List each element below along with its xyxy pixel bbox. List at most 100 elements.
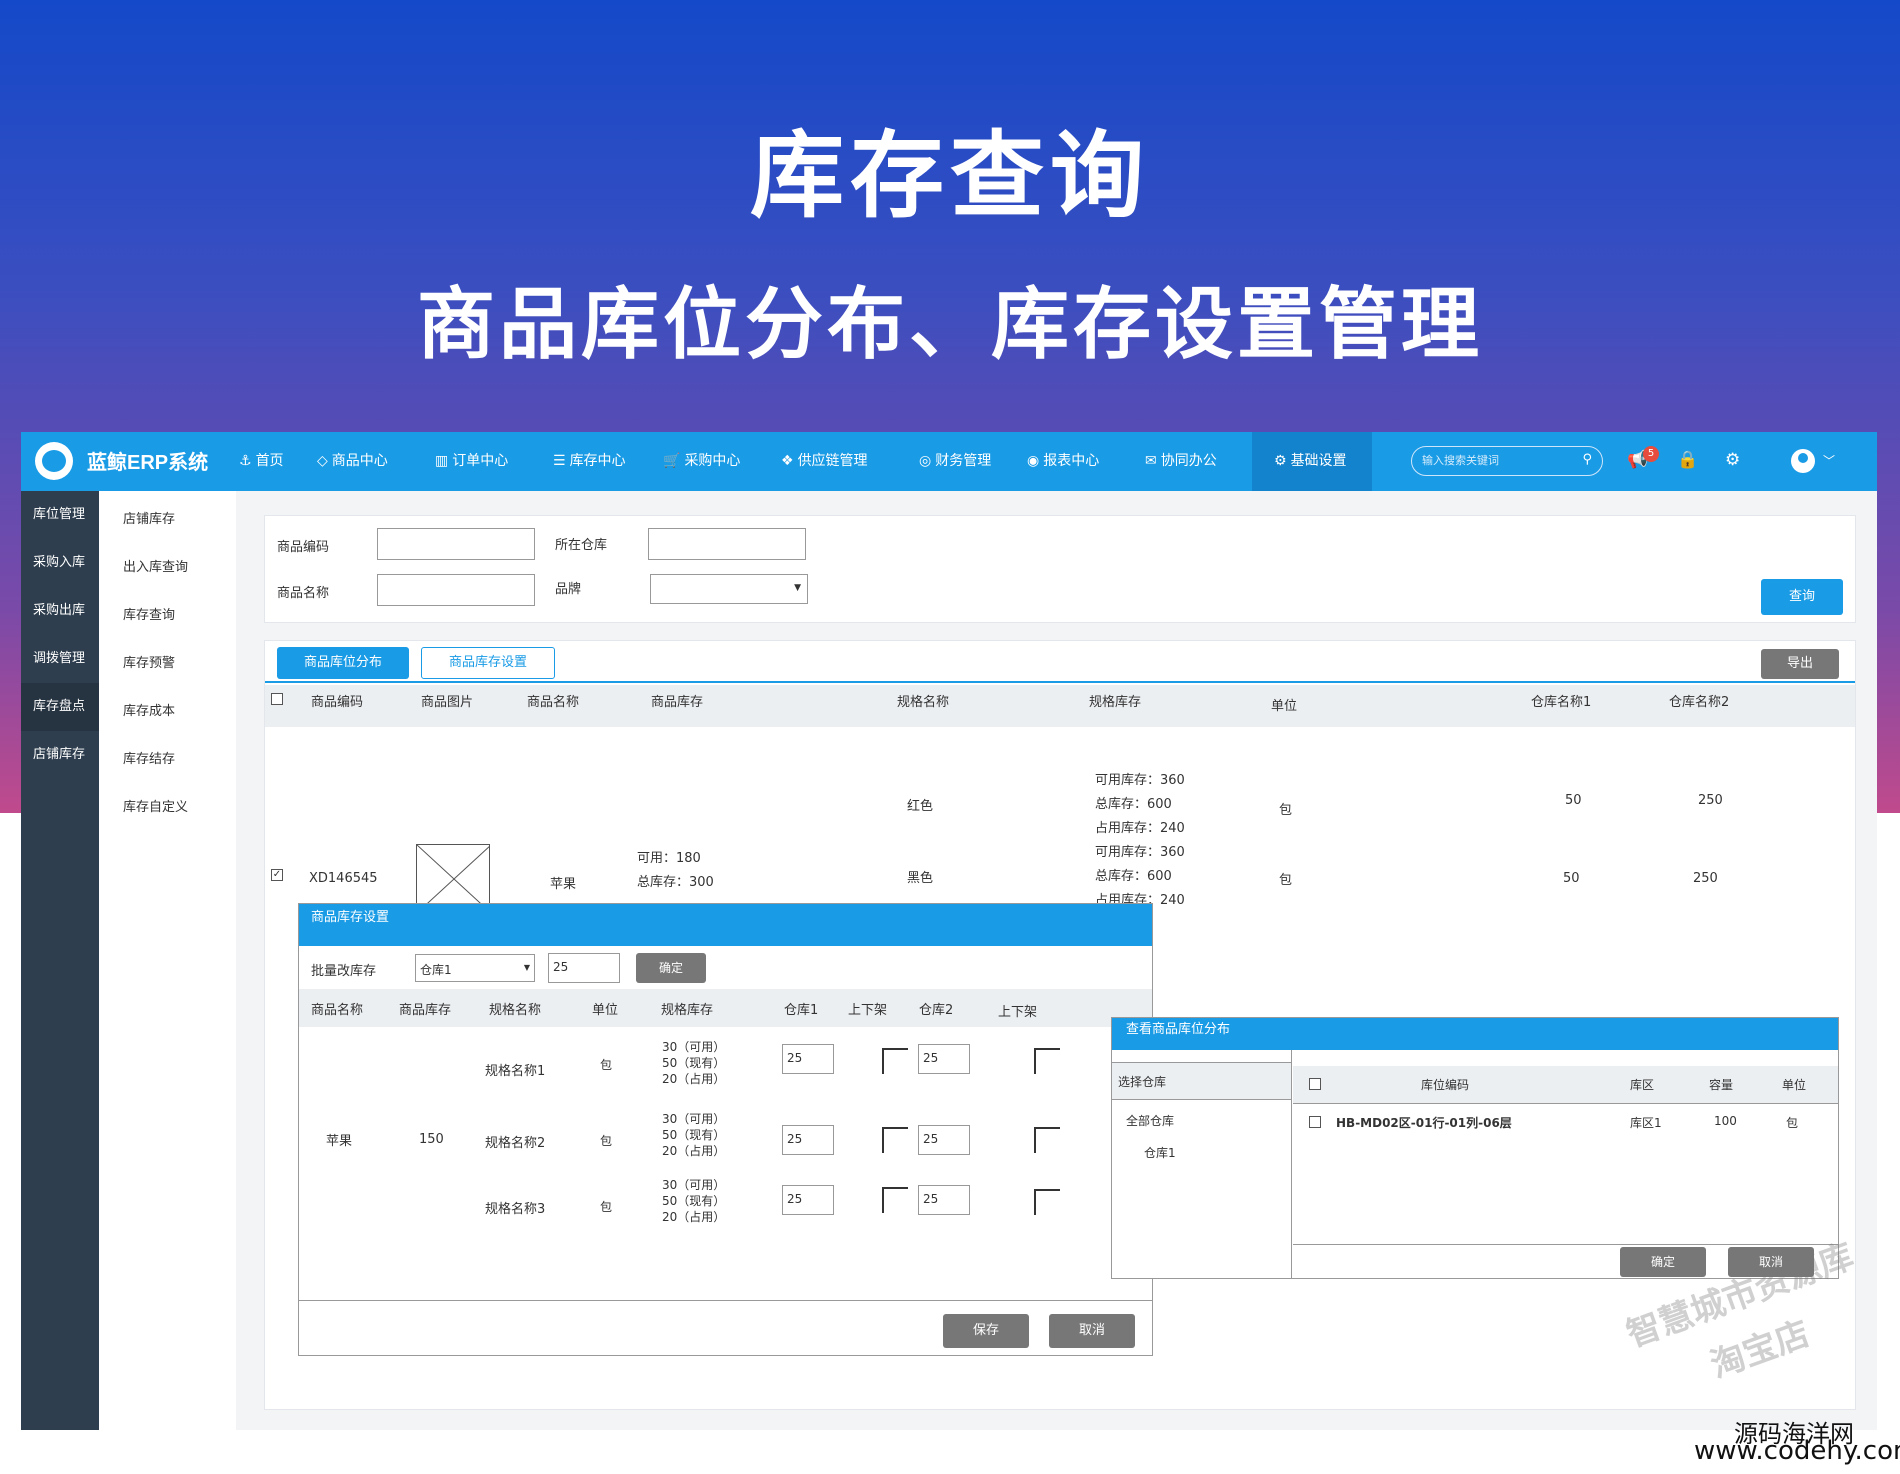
col-shelf1: 上下架 [848,1003,888,1018]
cogs-icon: ⚙ [1274,453,1287,469]
warehouse-select[interactable]: 仓库1 ▼ [415,954,535,982]
search-input[interactable] [1422,452,1572,470]
sidebar-item-store-stock[interactable]: 店铺库存 [21,731,99,779]
warehouse-input[interactable] [648,528,806,560]
cursor-icon[interactable] [1034,1189,1060,1215]
cursor-icon[interactable] [882,1127,908,1153]
nav-orders[interactable]: ▥ 订单中心 [435,432,508,491]
cursor-icon[interactable] [882,1048,908,1074]
spec-stock-line: 50（现有） [662,1194,726,1208]
nav-collaboration[interactable]: ✉ 协同办公 [1145,432,1217,491]
spec-stock-line: 20（占用） [662,1210,726,1224]
select-warehouse-label: 选择仓库 [1118,1075,1167,1089]
select-all-checkbox[interactable] [271,693,283,705]
location-code-cell: HB-MD02区-01行-01列-06层 [1336,1116,1512,1130]
tree-item-warehouse1[interactable]: 仓库1 [1144,1144,1176,1161]
location-distribution-modal: 查看商品库位分布 选择仓库 全部仓库 仓库1 库位编码 库区 容量 单位 HB-… [1111,1017,1839,1279]
nav-purchase[interactable]: 🛒 采购中心 [663,432,740,491]
warehouse2-qty-input[interactable]: 25 [918,1125,970,1155]
batch-qty-input[interactable]: 25 [548,953,620,983]
col-unit: 单位 [1271,699,1298,714]
warehouse1-cell: 50 [1563,871,1580,886]
col-warehouse1: 仓库名称1 [1531,695,1592,710]
bar-chart-icon: ▥ [435,453,449,469]
select-all-checkbox[interactable] [1309,1078,1321,1090]
query-button[interactable]: 查询 [1761,579,1843,615]
row-checkbox[interactable] [1309,1116,1321,1128]
product-code-cell: XD146545 [309,871,378,886]
warehouse2-qty-input[interactable]: 25 [918,1044,970,1074]
nav-supply-chain[interactable]: ❖ 供应链管理 [781,432,868,491]
submenu-item[interactable]: 库存成本 [123,700,175,719]
search-icon[interactable]: ⚲ [1582,452,1592,467]
search-box[interactable]: ⚲ [1411,446,1603,476]
row-checkbox[interactable]: ✓ [271,869,283,881]
footer-url[interactable]: www.codehy.com [1694,1436,1900,1466]
modal-title: 商品库存设置 [299,904,1152,946]
spec-name: 规格名称2 [485,1136,546,1151]
sidebar: 库位管理 采购入库 采购出库 调拨管理 库存盘点 店铺库存 [21,491,99,1430]
cursor-icon[interactable] [1034,1127,1060,1153]
sidebar-item-purchase-out[interactable]: 采购出库 [21,587,99,635]
nav-inventory[interactable]: ☰ 库存中心 [553,432,626,491]
unit-cell: 包 [1279,873,1293,888]
sidebar-item-stocktake[interactable]: 库存盘点 [21,683,99,731]
sidebar-item-location[interactable]: 库位管理 [21,491,99,539]
chevron-down-icon[interactable]: ﹀ [1823,452,1835,469]
spec-stock-line: 50（现有） [662,1128,726,1142]
tab-stock-settings[interactable]: 商品库存设置 [421,647,555,679]
spec-stock-line: 可用库存：360 [1095,845,1185,860]
nav-reports[interactable]: ◉ 报表中心 [1027,432,1099,491]
cursor-icon[interactable] [882,1187,908,1213]
spec-stock-line: 20（占用） [662,1144,726,1158]
brand-select[interactable]: ▼ [650,574,808,604]
modal-product-name: 苹果 [326,1134,353,1149]
product-name-cell: 苹果 [550,877,577,892]
sidebar-item-transfer[interactable]: 调拨管理 [21,635,99,683]
warehouse-label: 所在仓库 [555,538,608,553]
col-name: 商品名称 [311,1003,364,1018]
warehouse1-qty-input[interactable]: 25 [782,1185,834,1215]
product-image-placeholder [416,844,490,912]
tree-item-all[interactable]: 全部仓库 [1126,1112,1174,1129]
confirm-button[interactable]: 确定 [1620,1247,1706,1277]
spec-unit: 包 [600,1200,613,1214]
submenu-item[interactable]: 店铺库存 [123,508,175,527]
unit-cell: 包 [1786,1116,1799,1130]
cursor-icon[interactable] [1034,1048,1060,1074]
submenu-item[interactable]: 库存自定义 [123,796,188,815]
product-name-label: 商品名称 [277,586,330,601]
warehouse1-qty-input[interactable]: 25 [782,1125,834,1155]
nav-basic-settings[interactable]: ⚙ 基础设置 [1252,432,1372,491]
cancel-button[interactable]: 取消 [1049,1314,1135,1348]
product-name-input[interactable] [377,574,535,606]
col-stock: 商品库存 [399,1003,452,1018]
diamond-icon: ◇ [317,453,328,469]
nav-finance[interactable]: ◎ 财务管理 [919,432,991,491]
erp-app-window: 蓝鲸ERP系统 ⚓ 首页 ◇ 商品中心 ▥ 订单中心 ☰ 库存中心 🛒 采购中心 ❖ 供应链… [21,432,1877,1430]
warehouse1-qty-input[interactable]: 25 [782,1044,834,1074]
brand-name: 蓝鲸ERP系统 [87,452,209,474]
export-button[interactable]: 导出 [1761,649,1839,679]
batch-confirm-button[interactable]: 确定 [636,953,706,983]
submenu-item[interactable]: 出入库查询 [123,556,188,575]
warehouse2-qty-input[interactable]: 25 [918,1185,970,1215]
submenu-item[interactable]: 库存结存 [123,748,175,767]
save-button[interactable]: 保存 [943,1314,1029,1348]
sidebar-item-purchase-in[interactable]: 采购入库 [21,539,99,587]
warehouse2-cell: 250 [1698,793,1723,808]
col-warehouse2: 仓库名称2 [1669,695,1730,710]
lock-icon[interactable]: 🔒 [1677,450,1698,470]
submenu-item[interactable]: 库存查询 [123,604,175,623]
tab-location-distribution[interactable]: 商品库位分布 [277,647,409,679]
submenu-item[interactable]: 库存预警 [123,652,175,671]
filter-panel: 商品编码 商品名称 所在仓库 品牌 ▼ 查询 [264,515,1856,623]
avatar[interactable] [1791,449,1815,473]
gear-icon[interactable]: ⚙ [1725,450,1740,470]
zone-cell: 库区1 [1630,1116,1662,1130]
product-code-input[interactable] [377,528,535,560]
tree-header: 选择仓库 [1112,1062,1291,1100]
nav-products[interactable]: ◇ 商品中心 [317,432,388,491]
modal-title: 查看商品库位分布 [1112,1018,1838,1050]
nav-home[interactable]: ⚓ 首页 [239,432,284,491]
